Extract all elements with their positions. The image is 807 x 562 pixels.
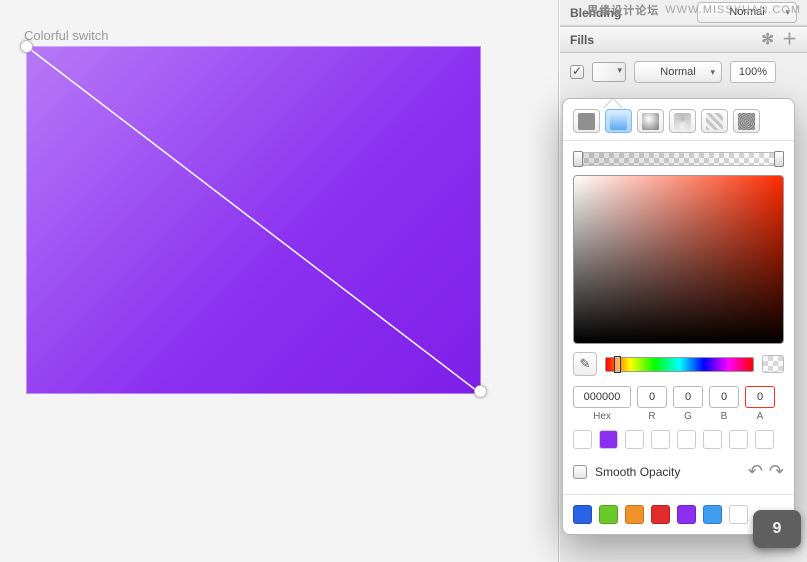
document-color-swatch[interactable] [651,505,670,524]
b-input[interactable]: 0 [709,386,739,408]
document-color-swatch[interactable] [625,505,644,524]
a-label: A [757,411,764,422]
fill-type-linear[interactable] [605,109,632,133]
fill-row: Normal 100% [560,53,807,91]
document-color-swatch[interactable] [677,505,696,524]
recent-color-slot[interactable] [625,430,644,449]
smooth-opacity-row: Smooth Opacity ↶ ↷ [573,461,784,482]
smooth-opacity-label: Smooth Opacity [595,465,680,479]
gradient-handle-end[interactable] [474,385,487,398]
alpha-swatch[interactable] [762,355,784,373]
recent-color-slot[interactable] [651,430,670,449]
fill-blend-select[interactable]: Normal [634,61,722,83]
fill-opacity-input[interactable]: 100% [730,61,776,83]
hex-label: Hex [593,411,611,422]
document-color-swatch[interactable] [573,505,592,524]
layer-title: Colorful switch [24,28,109,43]
gear-icon[interactable]: ✻ [761,27,774,53]
gradient-stops-bar[interactable] [573,152,784,166]
add-fill-icon[interactable]: ＋ [782,27,797,53]
recent-color-slot[interactable] [703,430,722,449]
color-values-row: 000000 Hex 0 R 0 G 0 B 0 A [573,386,784,422]
document-color-swatch[interactable] [703,505,722,524]
g-input[interactable]: 0 [673,386,703,408]
gradient-stop-right[interactable] [774,151,784,167]
recent-color-slot[interactable] [677,430,696,449]
fill-swatch[interactable] [592,62,626,82]
fill-type-row [563,99,794,141]
hue-row: ✎ [573,352,784,376]
g-label: G [684,411,692,422]
blending-mode-select[interactable]: Normal [697,2,797,23]
saturation-value-picker[interactable] [573,175,784,344]
redo-icon[interactable]: ↷ [769,461,784,482]
hex-input[interactable]: 000000 [573,386,631,408]
fill-type-angular[interactable] [669,109,696,133]
blending-row: Blending Normal [560,0,807,26]
canvas-area: Colorful switch [0,0,559,562]
hue-slider[interactable] [605,357,754,372]
gradient-stop-left[interactable] [573,151,583,167]
page-indicator: 9 [753,510,801,548]
gradient-rectangle-layer[interactable] [26,46,481,394]
eyedropper-icon[interactable]: ✎ [573,352,597,376]
fills-title: Fills [570,27,594,53]
fill-type-radial[interactable] [637,109,664,133]
recent-color-slot[interactable] [729,430,748,449]
gradient-handle-start[interactable] [20,40,33,53]
b-label: B [721,411,728,422]
r-label: R [648,411,655,422]
recent-color-slot[interactable] [599,430,618,449]
document-color-swatch[interactable] [729,505,748,524]
fill-popover: ✎ 000000 Hex 0 R 0 G 0 B 0 A [562,98,795,535]
fills-panel-header: Fills ✻ ＋ [560,26,807,53]
smooth-opacity-checkbox[interactable] [573,465,587,479]
recent-colors-row [573,430,784,449]
recent-color-slot[interactable] [755,430,774,449]
r-input[interactable]: 0 [637,386,667,408]
fill-enabled-checkbox[interactable] [570,65,584,79]
recent-color-slot[interactable] [573,430,592,449]
fill-type-noise[interactable] [733,109,760,133]
fill-type-pattern[interactable] [701,109,728,133]
a-input[interactable]: 0 [745,386,775,408]
hue-thumb[interactable] [614,356,621,373]
document-color-swatch[interactable] [599,505,618,524]
undo-icon[interactable]: ↶ [748,461,763,482]
blending-label: Blending [570,6,621,20]
fill-type-flat[interactable] [573,109,600,133]
